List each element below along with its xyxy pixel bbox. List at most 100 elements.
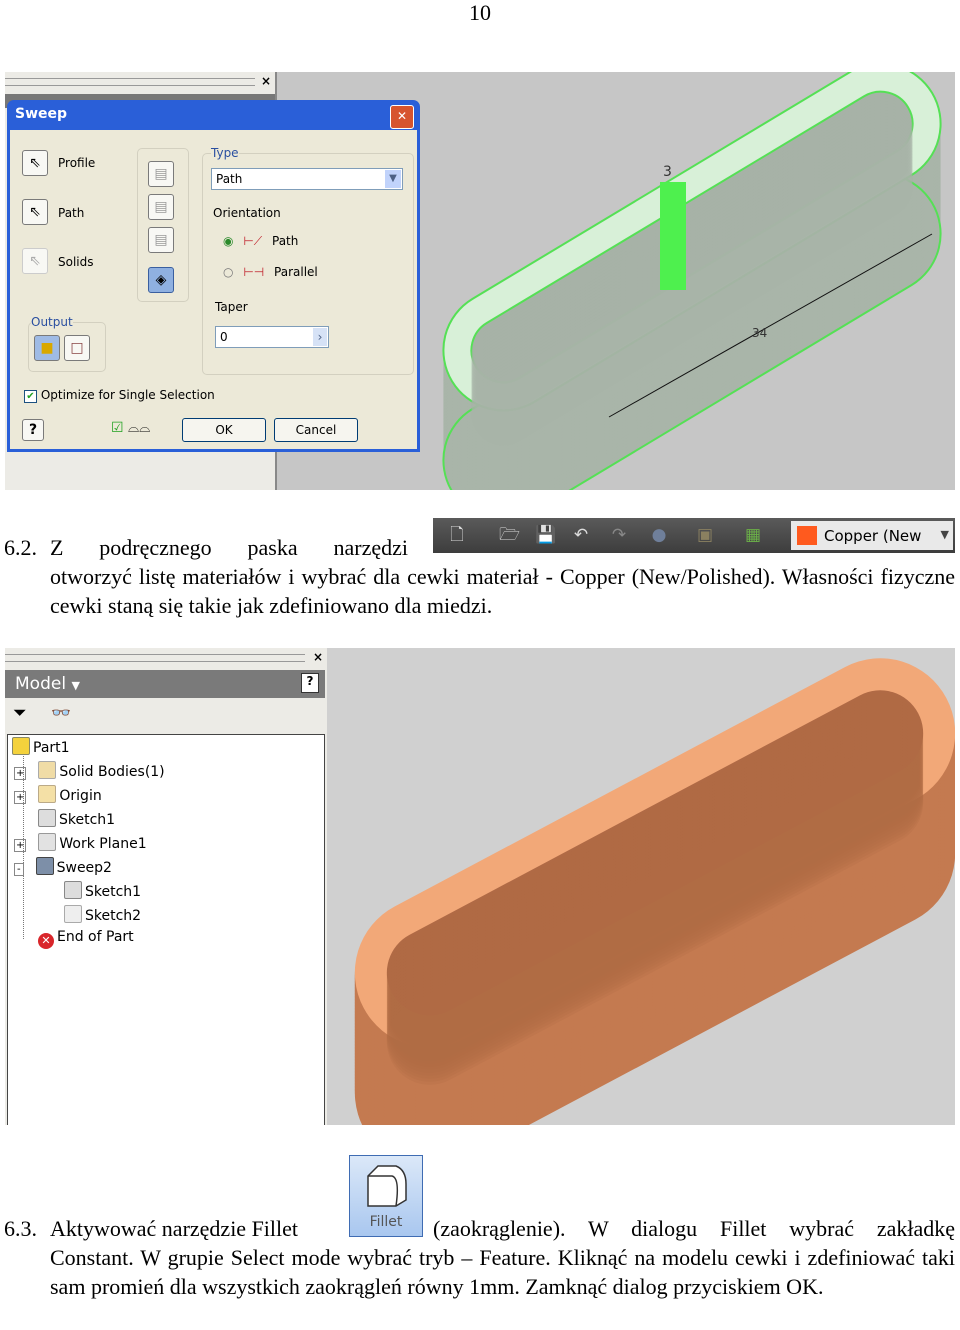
- cancel-button[interactable]: Cancel: [274, 418, 358, 442]
- material-dropdown[interactable]: Copper (New ▼: [791, 521, 953, 550]
- section-6-2-line1: Z podręcznego paska narzędzi: [50, 535, 408, 560]
- folder-icon: [38, 785, 57, 803]
- item-label: Solid Bodies(1): [59, 764, 165, 780]
- solids-select-button[interactable]: ⇖: [22, 248, 48, 274]
- close-icon[interactable]: ×: [313, 650, 323, 664]
- profile-select-button[interactable]: ⇖: [22, 150, 48, 176]
- viewport-3d-copper-coil[interactable]: [330, 648, 955, 1125]
- save-icon[interactable]: 💾: [535, 525, 556, 545]
- model-browser: × Model ▼ ? ⏷ 👓 Part1 + Solid Bodies(1) +…: [5, 648, 327, 1125]
- expand-icon[interactable]: +: [14, 791, 27, 804]
- sweep-icon: [35, 857, 54, 875]
- type-value: Path: [216, 172, 243, 186]
- cursor-arrow-icon: ⇖: [29, 204, 41, 220]
- copper-model-screenshot: × Model ▼ ? ⏷ 👓 Part1 + Solid Bodies(1) +…: [5, 648, 955, 1125]
- material-value: Copper (New: [824, 527, 922, 545]
- section-6-3-line1-start: Aktywować narzędzie Fillet: [50, 1216, 299, 1241]
- redo-icon[interactable]: ↷: [609, 525, 629, 545]
- section-6-3-body: Constant. W grupie Select mode wybrać tr…: [50, 1245, 955, 1299]
- radio-label: Parallel: [274, 265, 318, 279]
- solids-label: Solids: [58, 255, 94, 269]
- collapse-icon[interactable]: -: [14, 863, 24, 876]
- sweep-dialog: Sweep ✕ ⇖ Profile ⇖ Path ⇖ Solids ▤ ▤ ▤ …: [7, 100, 420, 452]
- checkbox-checked-icon: ✔: [24, 390, 37, 403]
- radio-selected-icon: ◉: [223, 234, 234, 248]
- intersect-icon[interactable]: ▤: [148, 227, 174, 253]
- filter-icon[interactable]: ⏷: [13, 703, 27, 723]
- close-icon[interactable]: ×: [261, 74, 271, 88]
- new-file-icon[interactable]: 🗋: [447, 525, 467, 545]
- page-number: 10: [469, 0, 491, 25]
- panel-grip[interactable]: [5, 78, 255, 86]
- sketch-icon: [38, 809, 56, 827]
- update-icon[interactable]: ▣: [695, 525, 715, 545]
- section-6-2-body: otworzyć listę materiałów i wybrać dla c…: [50, 564, 955, 618]
- taper-value: 0: [220, 330, 228, 344]
- output-surface-icon[interactable]: □: [64, 335, 90, 361]
- taper-input[interactable]: 0 ›: [215, 326, 329, 348]
- undo-icon[interactable]: ↶: [571, 525, 591, 545]
- select-icon[interactable]: ●: [649, 525, 669, 545]
- cut-icon[interactable]: ▤: [148, 194, 174, 220]
- optimize-label: Optimize for Single Selection: [40, 388, 215, 402]
- sketch-icon: [64, 881, 82, 899]
- orientation-path-radio[interactable]: ◉ ⊢⟋ Path: [223, 234, 298, 249]
- tree-item-sweep-sketch1[interactable]: Sketch1: [64, 881, 141, 900]
- expand-icon[interactable]: +: [14, 767, 27, 780]
- output-group: Output ■ □: [28, 315, 106, 372]
- help-icon[interactable]: ?: [301, 673, 319, 693]
- binoculars-icon[interactable]: 👓: [51, 703, 71, 722]
- join-icon[interactable]: ▤: [148, 161, 174, 187]
- tree-item-sweep2[interactable]: - Sweep2: [14, 857, 112, 876]
- cursor-arrow-icon: ⇖: [29, 155, 41, 171]
- fillet-icon: [367, 1165, 407, 1207]
- fillet-tool-button[interactable]: Fillet: [349, 1155, 423, 1237]
- chevron-down-icon: ▼: [385, 170, 401, 188]
- sweep-screenshot: × 34 3 Sweep ✕ ⇖ Profile ⇖ Path ⇖ Solids…: [5, 72, 955, 490]
- sweep-profile-highlight: [660, 182, 686, 290]
- path-orientation-icon: ⊢⟋: [243, 234, 263, 248]
- dimension-height-label: 3: [663, 164, 672, 180]
- tree-item-sweep-sketch2[interactable]: Sketch2: [64, 905, 141, 924]
- radio-label: Path: [272, 234, 299, 248]
- orientation-parallel-radio[interactable]: ○ ⊢⊣ Parallel: [223, 265, 318, 279]
- open-folder-icon[interactable]: 🗁: [499, 525, 520, 545]
- ok-button[interactable]: OK: [182, 418, 266, 442]
- panel-grip[interactable]: [5, 654, 305, 662]
- document-page: 10 × 34 3 Sweep ✕ ⇖ Profile ⇖ Path ⇖ Sol…: [0, 0, 960, 1330]
- preview-toggle[interactable]: ☑ ⌓⌓: [111, 420, 150, 436]
- section-6-3-line1-end: (zaokrąglenie). W dialogu Fillet wybrać …: [433, 1216, 955, 1241]
- title-text: Model: [15, 674, 67, 694]
- chevron-right-icon[interactable]: ›: [313, 328, 327, 346]
- part-icon: [12, 737, 30, 755]
- new-solid-icon[interactable]: ◈: [148, 267, 174, 293]
- item-label: Sketch1: [85, 884, 142, 900]
- tree-item-solid-bodies[interactable]: + Solid Bodies(1): [14, 761, 165, 780]
- tree-item-end-of-part[interactable]: ✕ End of Part: [38, 929, 134, 949]
- material-icon[interactable]: ▦: [743, 525, 763, 545]
- fillet-label: Fillet: [369, 1214, 403, 1230]
- sketch-icon: [64, 905, 82, 923]
- work-plane-icon: [38, 833, 57, 851]
- dimension-length-label: 34: [752, 326, 767, 340]
- tree-item-part1[interactable]: Part1: [12, 737, 70, 756]
- tree-item-origin[interactable]: + Origin: [14, 785, 102, 804]
- type-dropdown[interactable]: Path ▼: [211, 168, 403, 190]
- item-label: Sketch1: [59, 812, 116, 828]
- dialog-close-button[interactable]: ✕: [390, 105, 414, 129]
- tree-item-work-plane1[interactable]: + Work Plane1: [14, 833, 147, 852]
- chevron-down-icon: ▼: [940, 528, 949, 541]
- section-6-2-number: 6.2.: [4, 535, 37, 560]
- output-solid-icon[interactable]: ■: [34, 335, 60, 361]
- path-select-button[interactable]: ⇖: [22, 199, 48, 225]
- browser-header: Model ▼ ?: [5, 670, 325, 698]
- expand-icon[interactable]: +: [14, 839, 27, 852]
- model-browser-title[interactable]: Model ▼: [15, 674, 80, 694]
- optimize-single-selection-checkbox[interactable]: ✔ Optimize for Single Selection: [24, 388, 215, 403]
- parallel-orientation-icon: ⊢⊣: [243, 265, 265, 279]
- help-icon[interactable]: ?: [22, 419, 44, 441]
- end-of-part-icon: ✕: [38, 933, 54, 949]
- tree-item-sketch1[interactable]: Sketch1: [38, 809, 115, 828]
- item-label: End of Part: [57, 929, 134, 945]
- orientation-label: Orientation: [213, 206, 281, 220]
